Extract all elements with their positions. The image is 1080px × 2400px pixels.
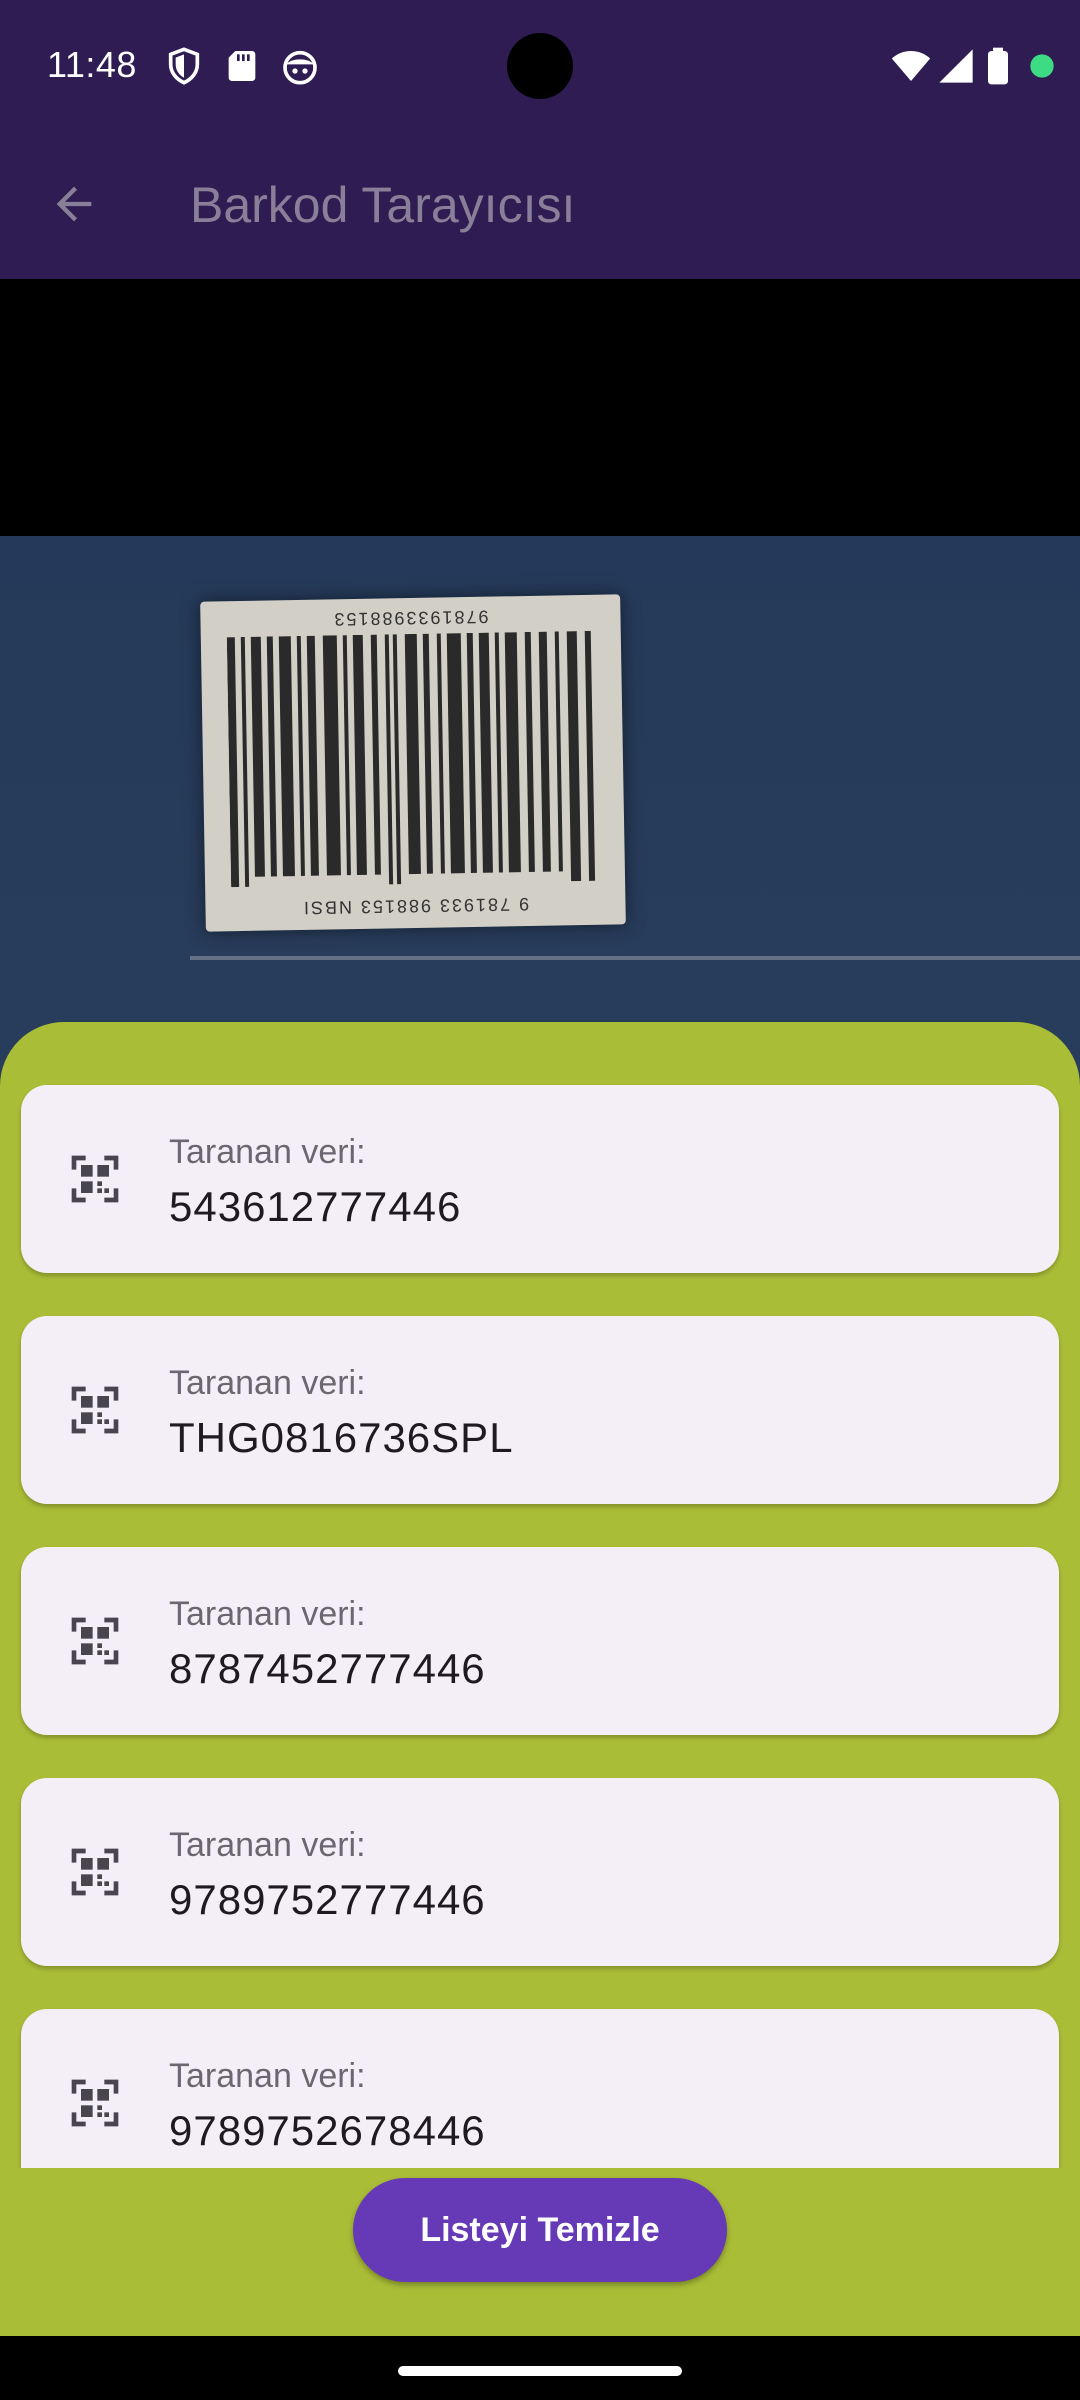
scan-result-label: Taranan veri: [169, 1595, 366, 1633]
qr-code-scanner-icon [71, 2079, 119, 2127]
scan-result-value: 9789752678446 [169, 2107, 486, 2154]
front-camera-cutout [507, 33, 573, 99]
qr-code-scanner-icon [71, 1155, 119, 1203]
qr-code-scanner-icon [71, 1386, 119, 1434]
barcode-bars-icon [226, 630, 596, 888]
gesture-handle[interactable] [398, 2366, 682, 2376]
scan-result-value: 9789752777446 [169, 1876, 486, 1923]
scan-result-card[interactable]: Taranan veri: 8787452777446 [21, 1547, 1059, 1735]
scan-result-label: Taranan veri: [169, 1826, 366, 1864]
barcode-top-text: 9781933988153 [332, 606, 489, 630]
scan-result-value: 543612777446 [169, 1183, 462, 1230]
android-face-icon [283, 50, 317, 85]
status-bar: 11:48 [0, 0, 1080, 132]
system-nav-bar [0, 2336, 1080, 2400]
shelf-edge [190, 956, 1080, 960]
top-bar: 11:48 Barkod Tarayıcısı [0, 0, 1080, 279]
scan-result-card[interactable]: Taranan veri: 9789752777446 [21, 1778, 1059, 1966]
scan-result-label: Taranan veri: [169, 1364, 366, 1402]
scan-result-card[interactable]: Taranan veri: 543612777446 [21, 1085, 1059, 1273]
privacy-dot-icon [1030, 54, 1054, 78]
clear-list-button[interactable]: Listeyi Temizle [353, 2178, 727, 2282]
app-bar: Barkod Tarayıcısı [0, 132, 1080, 279]
cellular-signal-icon [939, 49, 973, 83]
qr-code-scanner-icon [71, 1848, 119, 1896]
scan-result-card[interactable]: Taranan veri: THG0816736SPL [21, 1316, 1059, 1504]
wifi-icon [891, 51, 931, 81]
page-title: Barkod Tarayıcısı [190, 177, 576, 233]
scan-result-value: 8787452777446 [169, 1645, 486, 1692]
scan-results-sheet: Taranan veri: 543612777446 Taranan veri:… [0, 1022, 1080, 2336]
scan-result-label: Taranan veri: [169, 2057, 366, 2095]
camera-letterbox [0, 279, 1080, 536]
qr-code-scanner-icon [71, 1617, 119, 1665]
back-button[interactable] [40, 170, 108, 238]
screen: 11:48 Barkod Tarayıcısı 9781933988153 9 … [0, 0, 1080, 2400]
status-time: 11:48 [47, 44, 137, 85]
shield-icon [168, 47, 200, 85]
sd-card-icon [228, 51, 256, 81]
barcode-bottom-text: 9 781933 988153 NBSI [301, 893, 530, 918]
scan-result-card[interactable]: Taranan veri: 9789752678446 [21, 2009, 1059, 2168]
scan-result-value: THG0816736SPL [169, 1414, 514, 1461]
arrow-back-icon [56, 186, 92, 222]
battery-icon [988, 47, 1008, 85]
scanned-barcode-label: 9781933988153 9 781933 988153 NBSI [200, 594, 626, 932]
scan-results-list[interactable]: Taranan veri: 543612777446 Taranan veri:… [0, 1022, 1080, 2168]
scan-result-label: Taranan veri: [169, 1133, 366, 1171]
